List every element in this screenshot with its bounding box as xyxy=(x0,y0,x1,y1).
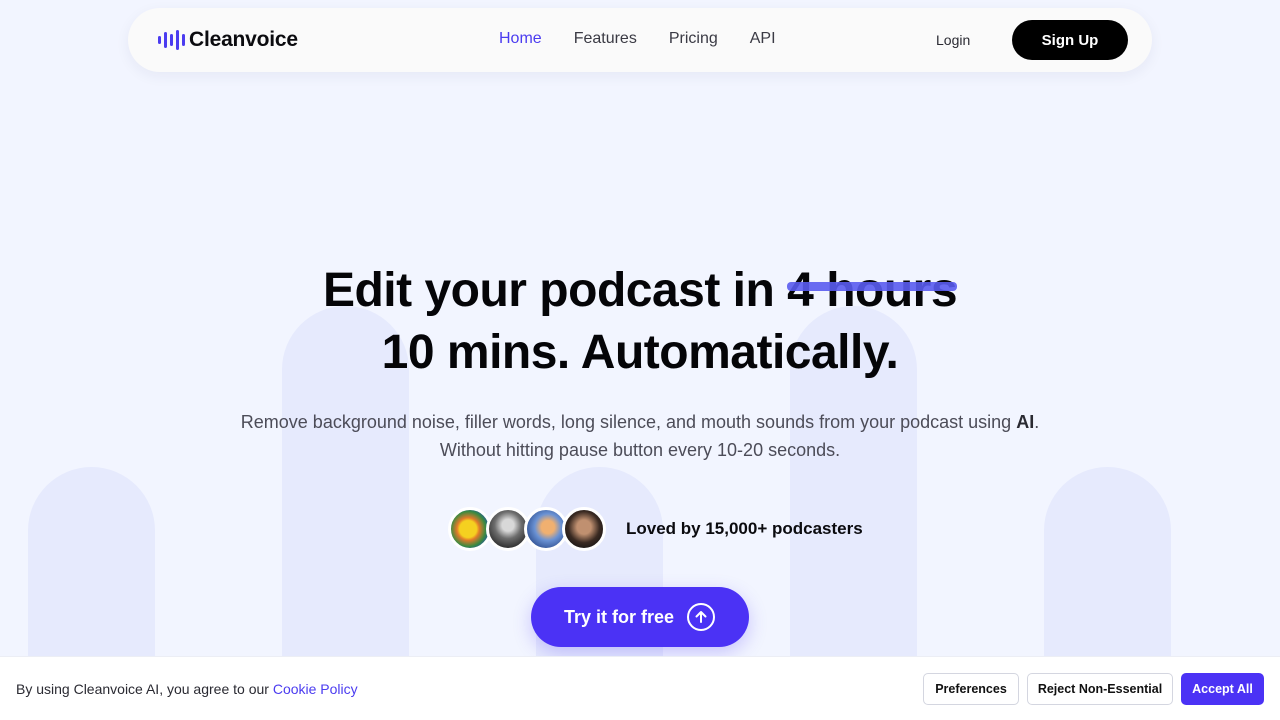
avatar-stack xyxy=(448,507,606,551)
cookie-reject-button[interactable]: Reject Non-Essential xyxy=(1027,673,1173,705)
social-proof: Loved by 15,000+ podcasters xyxy=(448,506,863,552)
subtitle-ai: AI xyxy=(1016,412,1035,432)
subtitle-line1: Remove background noise, filler words, l… xyxy=(240,412,1017,432)
brand-name: Cleanvoice xyxy=(189,28,298,51)
headline-line2: 10 mins. Automatically. xyxy=(381,326,899,379)
hero-headline: Edit your podcast in 4 hours 10 mins. Au… xyxy=(0,260,1280,384)
headline-prefix: Edit your podcast in xyxy=(322,264,788,317)
cta-label: Try it for free xyxy=(564,606,675,627)
arrow-up-circle-icon xyxy=(687,603,715,631)
primary-nav: Home Features Pricing API xyxy=(499,30,776,48)
cookie-banner: By using Cleanvoice AI, you agree to our… xyxy=(0,656,1280,720)
cookie-text: By using Cleanvoice AI, you agree to our… xyxy=(16,681,358,697)
try-free-button[interactable]: Try it for free xyxy=(531,587,749,647)
subtitle-line2: Without hitting pause button every 10-20… xyxy=(439,440,841,460)
page: Cleanvoice Home Features Pricing API Log… xyxy=(0,0,1280,720)
nav-link-features[interactable]: Features xyxy=(574,30,637,48)
hero-subtitle: Remove background noise, filler words, l… xyxy=(0,408,1280,464)
avatar xyxy=(562,507,606,551)
nav-link-home[interactable]: Home xyxy=(499,30,542,48)
social-proof-text: Loved by 15,000+ podcasters xyxy=(626,519,863,538)
nav-link-api[interactable]: API xyxy=(750,30,776,48)
cookie-policy-link[interactable]: Cookie Policy xyxy=(273,681,358,697)
signup-button[interactable]: Sign Up xyxy=(1012,20,1128,60)
nav-link-pricing[interactable]: Pricing xyxy=(669,30,718,48)
brand-logo[interactable]: Cleanvoice xyxy=(158,28,298,52)
cookie-preferences-button[interactable]: Preferences xyxy=(923,673,1019,705)
cookie-accept-button[interactable]: Accept All xyxy=(1181,673,1264,705)
login-link[interactable]: Login xyxy=(936,32,970,48)
cookie-message: By using Cleanvoice AI, you agree to our xyxy=(16,681,273,697)
top-navbar: Cleanvoice Home Features Pricing API Log… xyxy=(128,8,1152,72)
subtitle-period: . xyxy=(1034,412,1040,432)
headline-struck-text: 4 hours xyxy=(787,260,958,322)
soundwave-icon xyxy=(158,30,185,50)
